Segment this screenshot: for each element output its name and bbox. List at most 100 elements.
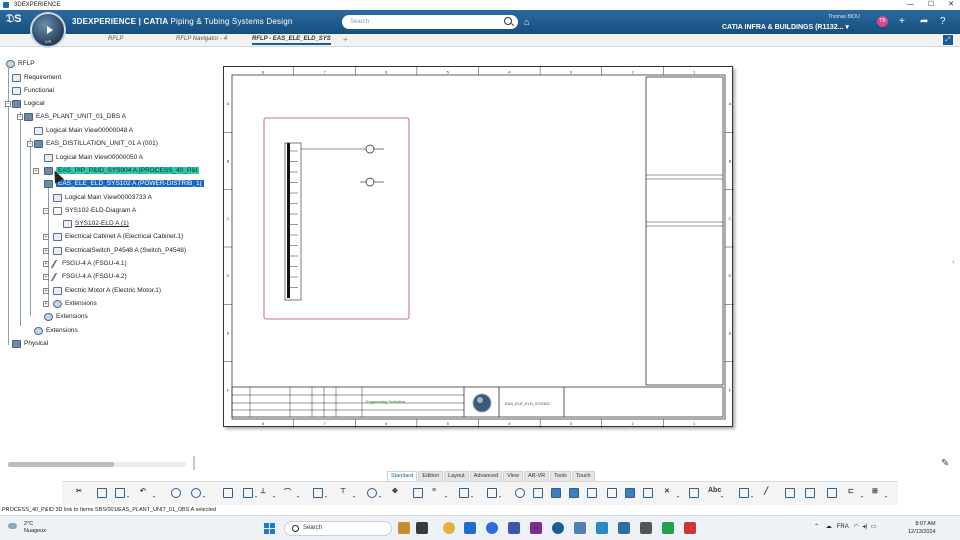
tree-node-pip-sys[interactable]: EAS_PIP_P&ID_SYS004 A (PROCESS_40_P&I: [44, 165, 200, 176]
tab-rflp-navigator[interactable]: RFLP Navigator - 4: [176, 36, 227, 42]
snap-icon[interactable]: ⊞ ▾: [872, 487, 887, 499]
align-icon[interactable]: ≡ ▾: [432, 487, 447, 499]
search-input[interactable]: Search: [342, 15, 518, 29]
platform-selector[interactable]: CATIA INFRA & BUILDINGS (R1132... ▾: [722, 23, 849, 31]
taskbar-app-teams-icon[interactable]: [508, 522, 520, 534]
collapse-distillation[interactable]: −: [27, 141, 33, 147]
expand-fsgu2[interactable]: +: [43, 274, 49, 280]
taskbar-app-settings-icon[interactable]: [640, 522, 652, 534]
wifi-icon[interactable]: ◠: [854, 524, 859, 530]
tree-node-distillation[interactable]: EAS_DISTILLATION_UNIT_01 A (001): [34, 138, 158, 149]
right-panel-toggle-icon[interactable]: ‹: [952, 257, 955, 266]
action-tab-layout[interactable]: Layout: [444, 471, 469, 481]
layout-icon[interactable]: ▾: [242, 487, 257, 499]
tree-node-plant-unit[interactable]: EAS_PLANT_UNIT_01_DBS A: [24, 111, 126, 122]
taskbar-app-3dexperience-icon[interactable]: [552, 522, 564, 534]
cut-icon[interactable]: ✂: [76, 487, 88, 499]
search-icon[interactable]: [504, 17, 512, 25]
tree-node-fsgu1[interactable]: FSGU-4 A (FSGU-4.1): [50, 258, 127, 269]
scrollbar-thumb[interactable]: [8, 462, 114, 467]
volume-icon[interactable]: ◂): [862, 524, 867, 530]
tab-rflp-eas-ele[interactable]: RFLP - EAS_ELE_ELD_SYS: [252, 36, 331, 45]
route-icon[interactable]: ⌒ ▾: [284, 487, 299, 499]
search-zoom-icon[interactable]: [514, 487, 526, 499]
place-icon[interactable]: ⊥ ▾: [260, 487, 275, 499]
ds-logo-icon[interactable]: 𝔇S: [6, 13, 22, 26]
weather-widget[interactable]: 2°C Nuageux: [8, 521, 46, 535]
tab-rflp[interactable]: RFLP: [108, 36, 123, 42]
language-indicator[interactable]: FRA: [837, 524, 849, 530]
tree-node-eld[interactable]: SYS102-ELD A (1): [63, 218, 129, 229]
tree-node-extensions-mid[interactable]: Extensions: [44, 311, 88, 322]
layers-icon[interactable]: [568, 487, 580, 499]
transform-icon[interactable]: [688, 487, 700, 499]
expand-extensions-inner[interactable]: +: [43, 301, 49, 307]
tree-node-logical[interactable]: Logical: [12, 98, 45, 109]
frame-icon[interactable]: [804, 487, 816, 499]
motor-symbol-1[interactable]: [365, 144, 375, 154]
expand-icon[interactable]: ⤢: [943, 35, 953, 45]
help-icon[interactable]: ?: [940, 16, 946, 27]
panel-splitter[interactable]: [193, 456, 195, 470]
action-tab-tools[interactable]: Tools: [550, 471, 571, 481]
taskbar-app-catia-icon[interactable]: [574, 522, 586, 534]
compass-icon[interactable]: V.R: [30, 12, 66, 48]
drawing-sheet[interactable]: 87654321 87654321 ABCDEF ABCDEF Engineer…: [223, 66, 734, 428]
tree-horizontal-scrollbar[interactable]: [8, 462, 186, 467]
dimension-icon[interactable]: [826, 487, 838, 499]
taskbar-app-red-icon[interactable]: [684, 522, 696, 534]
maximize-button[interactable]: ☐: [928, 0, 934, 10]
tree-node-main-view-50[interactable]: Logical Main View00000050 A: [44, 152, 143, 163]
taskbar-app-outlook-icon[interactable]: [464, 522, 476, 534]
target-icon[interactable]: ▾: [366, 487, 381, 499]
zoom-icon[interactable]: [170, 487, 182, 499]
tag-icon[interactable]: ⌂: [524, 17, 529, 27]
tree-node-main-view-3733[interactable]: Logical Main View00003733 A: [53, 192, 152, 203]
taskbar-search[interactable]: Search: [284, 521, 392, 536]
move-icon[interactable]: ✥: [392, 487, 404, 499]
insert-icon[interactable]: [222, 487, 234, 499]
add-tab-icon[interactable]: +: [343, 35, 348, 44]
tree-node-main-view-48[interactable]: Logical Main View00000048 A: [34, 125, 133, 136]
collapse-plant-unit[interactable]: −: [17, 114, 23, 120]
expand-fsgu1[interactable]: +: [43, 261, 49, 267]
tree-node-functional[interactable]: Functional: [12, 85, 54, 96]
print-icon[interactable]: [532, 487, 544, 499]
expand-pip-sys[interactable]: +: [33, 168, 39, 174]
image-icon[interactable]: [784, 487, 796, 499]
table-icon[interactable]: ▾: [738, 487, 753, 499]
tree-node-extensions-outer[interactable]: Extensions: [34, 325, 78, 336]
tree-node-requirement[interactable]: Requirement: [12, 72, 61, 83]
grid-icon[interactable]: ▾: [458, 487, 473, 499]
taskbar-app-file-explorer-icon[interactable]: [398, 522, 410, 534]
paste-icon[interactable]: ▾: [114, 487, 129, 499]
collapse-logical[interactable]: −: [5, 101, 11, 107]
delete-link-icon[interactable]: ✕ ▾: [664, 487, 679, 499]
text-icon[interactable]: Abc ▾: [708, 487, 723, 499]
connect-icon[interactable]: ⊤ ▾: [340, 487, 355, 499]
taskbar-app-onenote-icon[interactable]: [530, 522, 542, 534]
tree-node-diagram[interactable]: SYS102-ELD-Diagram A: [53, 205, 136, 216]
add-icon[interactable]: +: [899, 16, 905, 27]
filter-icon[interactable]: [606, 487, 618, 499]
motor-symbol-2[interactable]: [365, 177, 375, 187]
tree-node-cabinet[interactable]: Electrical Cabinet A (Electrical Cabinet…: [53, 231, 183, 242]
distribute-icon[interactable]: ⊏ ▾: [848, 487, 863, 499]
taskbar-app-terminal-icon[interactable]: [416, 522, 428, 534]
battery-icon[interactable]: ▭: [871, 524, 877, 530]
view-icon[interactable]: ▾: [486, 487, 501, 499]
taskbar-app-chrome-icon[interactable]: [443, 522, 455, 534]
diagram-region[interactable]: [263, 117, 410, 320]
taskbar-app-green-icon[interactable]: [662, 522, 674, 534]
drawing-canvas[interactable]: 87654321 87654321 ABCDEF ABCDEF Engineer…: [224, 67, 734, 428]
settings-icon[interactable]: ▾: [190, 487, 205, 499]
action-tab-edition[interactable]: Edition: [418, 471, 444, 481]
copy-icon[interactable]: [96, 487, 108, 499]
close-button[interactable]: ✕: [948, 0, 954, 10]
tree-node-extensions-inner[interactable]: Extensions: [53, 298, 97, 309]
branch-icon[interactable]: ▾: [312, 487, 327, 499]
publish-icon[interactable]: [624, 487, 636, 499]
action-tab-view[interactable]: View: [503, 471, 523, 481]
avatar[interactable]: TB: [877, 16, 888, 27]
share-icon[interactable]: ➦: [920, 16, 928, 27]
